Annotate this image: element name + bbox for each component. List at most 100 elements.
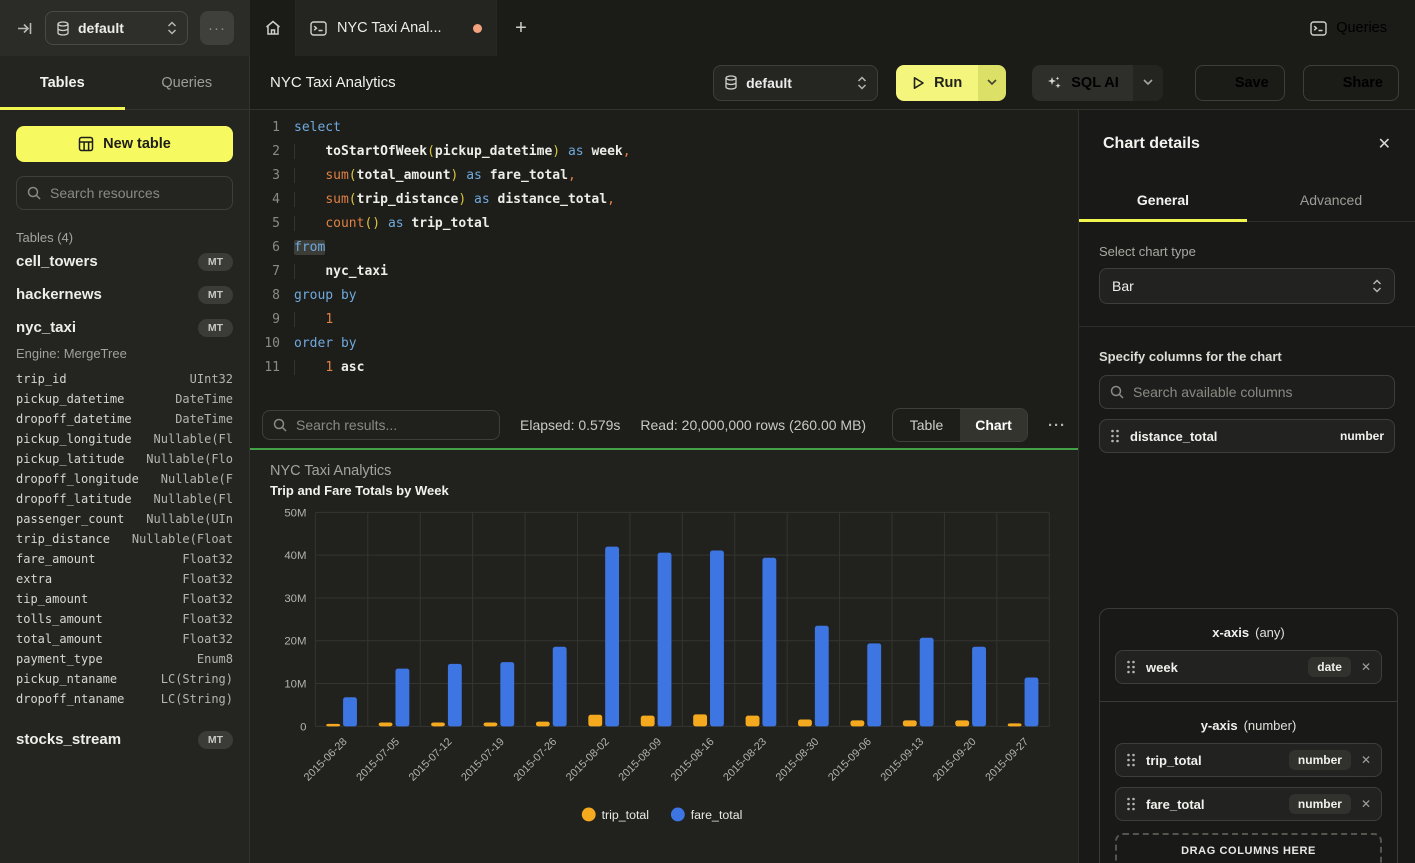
run-button-main[interactable]: Run xyxy=(896,65,978,101)
chart-details-tabs: GeneralAdvanced xyxy=(1079,178,1415,222)
chart-type-select[interactable]: Bar xyxy=(1099,268,1395,304)
view-toggle-chart[interactable]: Chart xyxy=(960,409,1027,441)
results-search xyxy=(262,410,500,440)
svg-text:2015-08-02: 2015-08-02 xyxy=(564,736,612,784)
save-button[interactable]: Save xyxy=(1195,65,1285,101)
remove-column-icon[interactable]: ✕ xyxy=(1361,753,1371,767)
elapsed-time: Elapsed: 0.579s xyxy=(520,417,620,433)
table-row-nyc_taxi[interactable]: nyc_taxiMT xyxy=(16,311,233,344)
view-toggle: TableChart xyxy=(892,408,1028,442)
share-icon xyxy=(1319,75,1334,90)
table-row-cell_towers[interactable]: cell_towersMT xyxy=(16,245,233,278)
chevron-updown-icon xyxy=(857,76,867,90)
line-number: 8 xyxy=(250,284,280,308)
query-controls: default Run xyxy=(713,65,1399,101)
svg-text:2015-08-23: 2015-08-23 xyxy=(721,736,769,784)
svg-text:2015-07-12: 2015-07-12 xyxy=(407,736,455,784)
close-icon[interactable]: ✕ xyxy=(1378,134,1391,154)
column-row: dropoff_datetimeDateTime xyxy=(16,409,233,429)
svg-text:2015-07-05: 2015-07-05 xyxy=(354,736,402,784)
table-row-hackernews[interactable]: hackernewsMT xyxy=(16,278,233,311)
column-row: passenger_countNullable(UIn xyxy=(16,509,233,529)
sidebar: TablesQueries New table Tables (4) cell_… xyxy=(0,56,250,863)
x-axis-constraint: (any) xyxy=(1255,625,1285,640)
results-toolbar: Elapsed: 0.579s Read: 20,000,000 rows (2… xyxy=(250,402,1078,448)
view-toggle-table[interactable]: Table xyxy=(893,409,960,441)
pill-type-badge: date xyxy=(1308,657,1351,677)
line-number: 10 xyxy=(250,332,280,356)
sql-ai-options-button[interactable] xyxy=(1133,65,1163,101)
svg-text:50M: 50M xyxy=(284,507,306,519)
new-table-button[interactable]: New table xyxy=(16,126,233,162)
column-pill-week[interactable]: weekdate✕ xyxy=(1115,650,1382,684)
sql-ai-label: SQL AI xyxy=(1071,75,1119,91)
column-row: fare_amountFloat32 xyxy=(16,549,233,569)
bar-chart[interactable]: 010M20M30M40M50M2015-06-282015-07-052015… xyxy=(250,450,1078,863)
code-line-3: 3 sum(total_amount) as fare_total, xyxy=(250,164,1078,188)
details-tab-advanced[interactable]: Advanced xyxy=(1247,178,1415,221)
column-row: pickup_longitudeNullable(Fl xyxy=(16,429,233,449)
chart-details-content: Select chart type Bar Specify columns fo… xyxy=(1079,222,1415,475)
run-options-button[interactable] xyxy=(978,65,1006,101)
sidebar-tabs: TablesQueries xyxy=(0,56,249,110)
x-axis-heading: x-axis(any) xyxy=(1115,622,1382,640)
resources-search-input[interactable] xyxy=(50,185,222,201)
code-line-6: 6from xyxy=(250,236,1078,260)
pill-name: trip_total xyxy=(1146,753,1202,768)
results-search-input[interactable] xyxy=(296,417,489,433)
share-button[interactable]: Share xyxy=(1303,65,1399,101)
tab-nyc-taxi-analytics[interactable]: NYC Taxi Anal... xyxy=(296,0,497,56)
run-button[interactable]: Run xyxy=(896,65,1006,101)
column-pill-trip_total[interactable]: trip_totalnumber✕ xyxy=(1115,743,1382,777)
columns-search-input[interactable] xyxy=(1133,384,1384,400)
column-row: pickup_ntanameLC(String) xyxy=(16,669,233,689)
more-options-button[interactable]: ··· xyxy=(200,11,234,45)
queries-button[interactable]: Queries xyxy=(1310,20,1387,36)
line-number: 3 xyxy=(250,164,280,188)
column-row: trip_distanceNullable(Float xyxy=(16,529,233,549)
resources-search xyxy=(16,176,233,210)
database-selector[interactable]: default xyxy=(45,11,188,45)
results-more-button[interactable]: ··· xyxy=(1048,417,1066,434)
home-tab[interactable] xyxy=(250,0,296,56)
engine-badge: MT xyxy=(198,286,233,304)
remove-column-icon[interactable]: ✕ xyxy=(1361,797,1371,811)
svg-text:fare_total: fare_total xyxy=(691,808,743,822)
play-icon xyxy=(912,76,925,90)
table-row-stocks_stream[interactable]: stocks_streamMT xyxy=(16,723,233,756)
column-row: total_amountFloat32 xyxy=(16,629,233,649)
sql-ai-main[interactable]: SQL AI xyxy=(1032,65,1133,101)
details-tab-general[interactable]: General xyxy=(1079,178,1247,221)
table-engine: Engine: MergeTree xyxy=(16,346,233,361)
svg-text:2015-08-30: 2015-08-30 xyxy=(774,736,822,784)
sidebar-tab-tables[interactable]: Tables xyxy=(0,56,125,109)
svg-text:2015-09-13: 2015-09-13 xyxy=(878,736,926,784)
run-label: Run xyxy=(934,75,962,91)
collapse-sidebar-icon[interactable] xyxy=(16,20,33,37)
code-line-10: 10order by xyxy=(250,332,1078,356)
search-icon xyxy=(27,186,41,200)
line-number: 9 xyxy=(250,308,280,332)
sql-ai-button[interactable]: SQL AI xyxy=(1032,65,1163,101)
column-row: dropoff_ntanameLC(String) xyxy=(16,689,233,709)
svg-text:30M: 30M xyxy=(284,593,306,605)
drag-columns-drop-zone[interactable]: DRAG COLUMNS HERE xyxy=(1115,833,1382,863)
queries-icon xyxy=(1310,21,1327,36)
tables-list: cell_towersMThackernewsMTnyc_taxiMT Engin… xyxy=(16,245,233,756)
column-pill-distance_total[interactable]: distance_totalnumber xyxy=(1099,419,1395,453)
new-tab-button[interactable]: + xyxy=(497,0,545,56)
remove-column-icon[interactable]: ✕ xyxy=(1361,660,1371,674)
sidebar-body: New table Tables (4) cell_towersMThacker… xyxy=(0,110,249,772)
query-database-selector[interactable]: default xyxy=(713,65,878,101)
column-pill-fare_total[interactable]: fare_totalnumber✕ xyxy=(1115,787,1382,821)
svg-text:2015-08-16: 2015-08-16 xyxy=(669,736,717,784)
sidebar-tab-queries[interactable]: Queries xyxy=(125,56,250,109)
top-bar-right: Queries xyxy=(1310,0,1415,56)
engine-badge: MT xyxy=(198,253,233,271)
sql-editor[interactable]: 1select2 toStartOfWeek(pickup_datetime) … xyxy=(250,110,1078,402)
unsaved-changes-dot xyxy=(473,24,482,33)
svg-text:2015-09-27: 2015-09-27 xyxy=(983,736,1031,784)
line-number: 4 xyxy=(250,188,280,212)
query-title: NYC Taxi Analytics xyxy=(270,74,396,91)
query-tab-icon xyxy=(310,21,327,36)
